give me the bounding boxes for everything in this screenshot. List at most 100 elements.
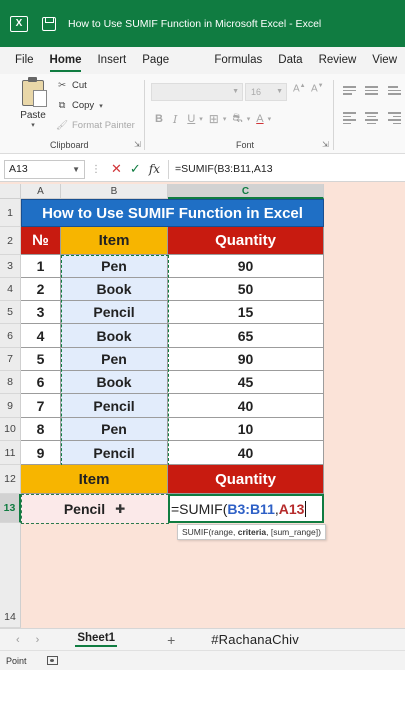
table-cell-num[interactable]: 7 (21, 394, 61, 418)
name-box[interactable]: A13 ▼ (4, 159, 85, 179)
tab-data[interactable]: Data (270, 47, 310, 74)
enter-icon[interactable]: ✓ (130, 161, 141, 177)
increase-font-icon[interactable]: A▲ (293, 83, 306, 94)
format-painter-button[interactable]: 🖌 Format Painter (56, 120, 135, 131)
table-cell-qty[interactable]: 90 (168, 348, 324, 371)
table-cell-qty[interactable]: 65 (168, 324, 324, 348)
table-cell-qty[interactable]: 40 (168, 394, 324, 418)
cut-button[interactable]: ✂ Cut (56, 80, 87, 91)
row-header-13[interactable]: 13 (0, 494, 21, 523)
table-cell-item[interactable]: Pen (61, 255, 168, 278)
header-item[interactable]: Item (61, 227, 168, 255)
align-left-icon[interactable] (343, 112, 356, 124)
table-cell-num[interactable]: 4 (21, 324, 61, 348)
column-header-a[interactable]: A (21, 184, 61, 199)
underline-dropdown-icon[interactable]: ▾ (199, 115, 203, 123)
tab-view[interactable]: View (364, 47, 405, 74)
header-quantity[interactable]: Quantity (168, 227, 324, 255)
borders-icon[interactable]: ⊞ (209, 112, 219, 126)
cancel-icon[interactable]: ✕ (111, 161, 122, 177)
paste-button[interactable]: Paste ▾ (16, 77, 50, 129)
insert-function-icon[interactable]: fx (149, 162, 160, 176)
formula-input[interactable]: =SUMIF(B3:B11,A13 (175, 163, 273, 175)
header-number[interactable]: № (21, 227, 61, 255)
row-header-5[interactable]: 5 (0, 301, 21, 324)
column-header-c[interactable]: C (168, 184, 324, 199)
borders-dropdown-icon[interactable]: ▾ (223, 115, 227, 123)
tab-file[interactable]: File (0, 47, 42, 74)
table-cell-item[interactable]: Pencil (61, 394, 168, 418)
font-color-icon[interactable]: A (256, 113, 263, 125)
row-header-3[interactable]: 3 (0, 255, 21, 278)
align-center-icon[interactable] (365, 112, 378, 124)
save-icon[interactable] (42, 16, 56, 31)
row-header-4[interactable]: 4 (0, 278, 21, 301)
table-cell-qty[interactable]: 50 (168, 278, 324, 301)
bold-button[interactable]: B (155, 113, 163, 125)
criteria-cell-a13[interactable]: Pencil ✚ (21, 494, 168, 523)
tab-insert[interactable]: Insert (89, 47, 134, 74)
copy-dropdown-icon[interactable]: ▾ (99, 102, 103, 110)
table-cell-qty[interactable]: 10 (168, 418, 324, 441)
table-cell-item[interactable]: Book (61, 278, 168, 301)
table-cell-qty[interactable]: 40 (168, 441, 324, 465)
copy-button[interactable]: ⧉ Copy ▾ (56, 100, 103, 111)
italic-button[interactable]: I (173, 113, 177, 126)
row-header-12[interactable]: 12 (0, 465, 21, 494)
summary-header-item[interactable]: Item (21, 465, 168, 494)
row-header-2[interactable]: 2 (0, 227, 21, 255)
table-cell-item[interactable]: Pen (61, 348, 168, 371)
row-header-14[interactable]: 14 (0, 523, 21, 628)
table-cell-num[interactable]: 9 (21, 441, 61, 465)
row-header-11[interactable]: 11 (0, 441, 21, 465)
more-options-icon[interactable]: ⋮ (91, 164, 101, 175)
tab-page-layout[interactable]: Page Layout (134, 47, 206, 93)
summary-header-quantity[interactable]: Quantity (168, 465, 324, 494)
chevron-right-icon[interactable]: › (36, 634, 40, 646)
underline-button[interactable]: U (187, 113, 195, 125)
font-name-box[interactable]: ▼ (151, 83, 243, 101)
table-cell-qty[interactable]: 15 (168, 301, 324, 324)
sheet-tab-sheet1[interactable]: Sheet1 (75, 632, 118, 647)
table-cell-num[interactable]: 2 (21, 278, 61, 301)
table-cell-item[interactable]: Pencil (61, 441, 168, 465)
align-top-icon[interactable] (343, 86, 356, 97)
table-cell-item[interactable]: Pencil (61, 301, 168, 324)
table-cell-num[interactable]: 1 (21, 255, 61, 278)
fill-color-icon[interactable]: ⛐ (232, 111, 242, 127)
decrease-font-icon[interactable]: A▼ (311, 83, 324, 94)
font-color-dropdown-icon[interactable]: ▾ (268, 115, 272, 123)
table-cell-num[interactable]: 8 (21, 418, 61, 441)
table-cell-num[interactable]: 3 (21, 301, 61, 324)
clipboard-launcher-icon[interactable]: ⇲ (134, 140, 141, 149)
align-bottom-icon[interactable] (388, 86, 401, 97)
table-cell-qty[interactable]: 90 (168, 255, 324, 278)
table-cell-num[interactable]: 6 (21, 371, 61, 394)
active-cell-editor[interactable]: =SUMIF( B3:B11 , A13 (168, 494, 324, 523)
row-header-1[interactable]: 1 (0, 199, 21, 227)
font-launcher-icon[interactable]: ⇲ (322, 140, 329, 149)
table-title[interactable]: How to Use SUMIF Function in Excel (21, 199, 324, 227)
row-header-7[interactable]: 7 (0, 348, 21, 371)
row-header-8[interactable]: 8 (0, 371, 21, 394)
macro-record-icon[interactable] (46, 656, 58, 665)
paste-dropdown-icon[interactable]: ▾ (16, 121, 50, 129)
select-all-corner[interactable] (0, 184, 21, 199)
add-sheet-icon[interactable]: + (167, 632, 175, 648)
font-size-box[interactable]: 16 ▼ (245, 83, 287, 101)
tab-review[interactable]: Review (311, 47, 365, 74)
table-cell-num[interactable]: 5 (21, 348, 61, 371)
fill-dropdown-icon[interactable]: ▾ (247, 115, 251, 123)
tab-formulas[interactable]: Formulas (206, 47, 270, 74)
tab-home[interactable]: Home (42, 47, 90, 74)
row-header-6[interactable]: 6 (0, 324, 21, 348)
chevron-left-icon[interactable]: ‹ (16, 634, 20, 646)
row-header-9[interactable]: 9 (0, 394, 21, 418)
align-middle-icon[interactable] (365, 86, 378, 97)
table-cell-qty[interactable]: 45 (168, 371, 324, 394)
column-header-b[interactable]: B (61, 184, 168, 199)
table-cell-item[interactable]: Book (61, 371, 168, 394)
table-cell-item[interactable]: Book (61, 324, 168, 348)
row-header-10[interactable]: 10 (0, 418, 21, 441)
align-right-icon[interactable] (388, 112, 401, 124)
